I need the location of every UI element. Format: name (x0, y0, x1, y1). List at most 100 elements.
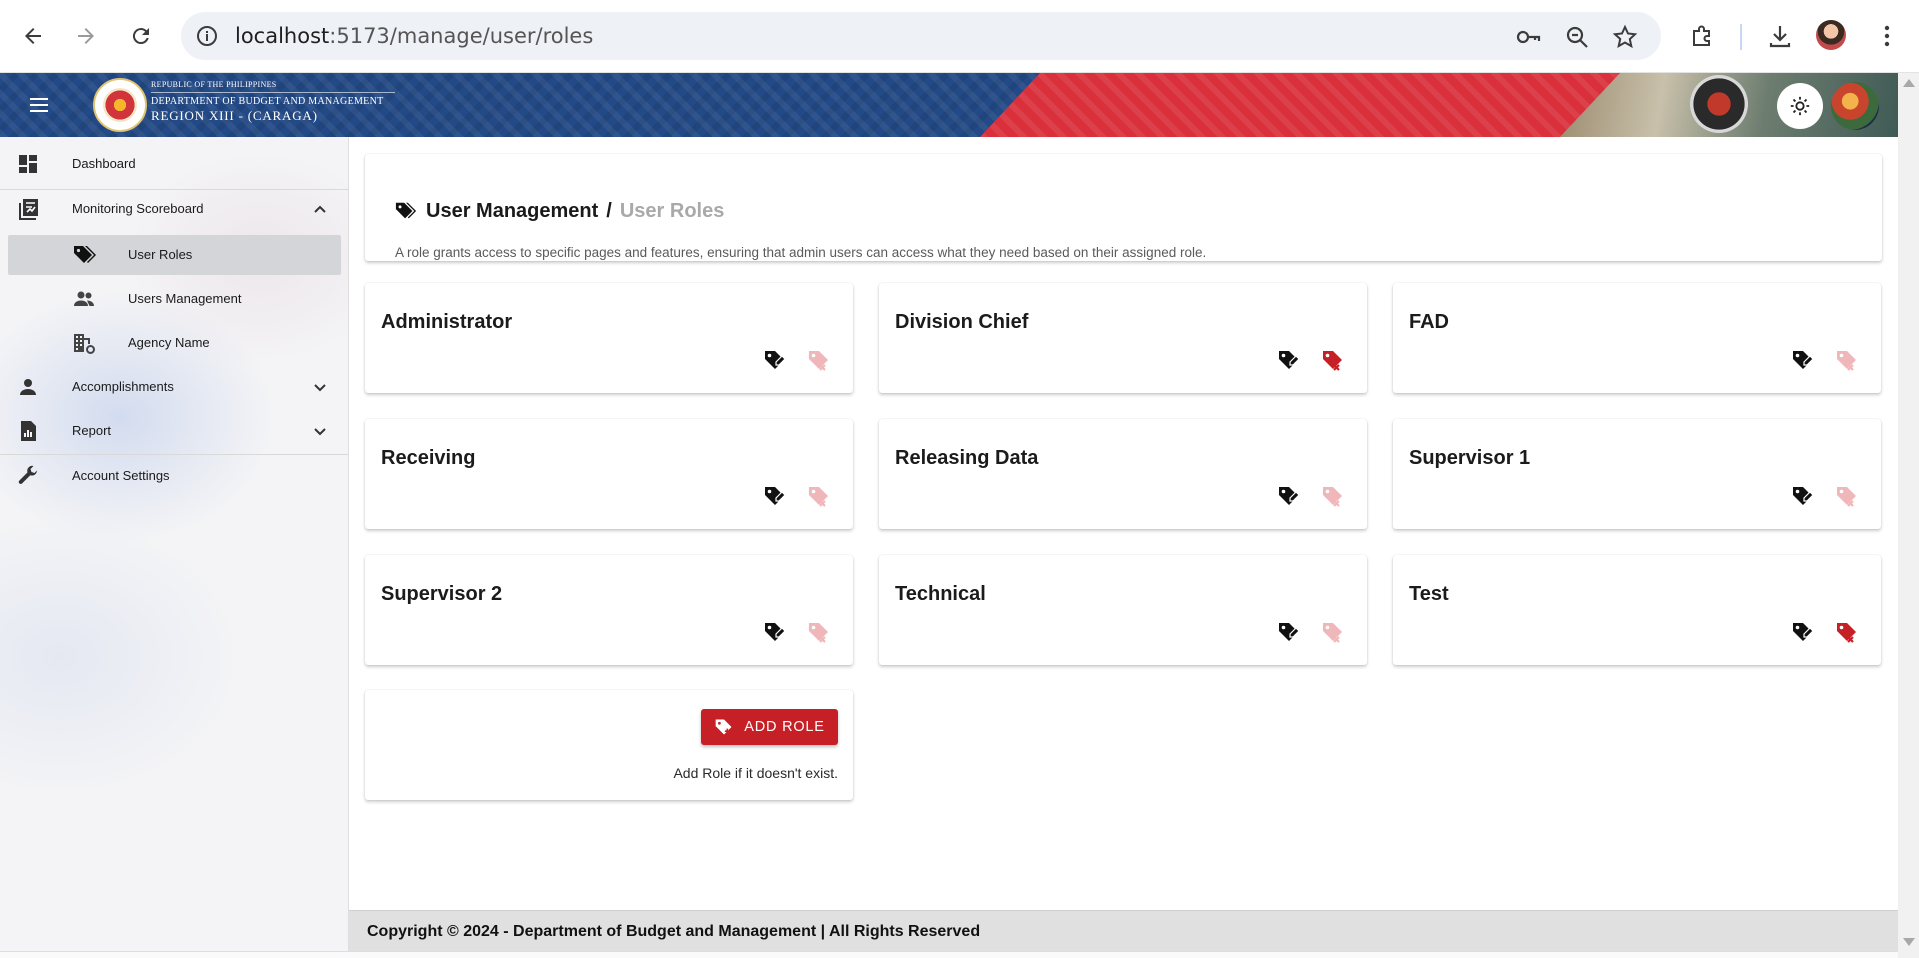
page-description: A role grants access to specific pages a… (395, 245, 1207, 260)
add-role-button[interactable]: ADD ROLE (701, 709, 838, 745)
forward-button[interactable] (68, 18, 104, 54)
sidebar-item-label: Agency Name (128, 335, 210, 350)
people-icon (74, 291, 94, 306)
sidebar-item-label: User Roles (128, 247, 193, 262)
downloads-button[interactable] (1764, 20, 1796, 52)
role-card-division-chief: Division Chief (879, 283, 1367, 393)
hamburger-menu-icon[interactable] (24, 93, 56, 117)
toolbar-separator (1740, 24, 1742, 50)
sidebar-item-label: Monitoring Scoreboard (72, 201, 204, 216)
sidebar-item-label: Users Management (128, 291, 242, 306)
role-card-receiving: Receiving (365, 419, 853, 529)
delete-tag-icon[interactable] (1321, 484, 1347, 510)
sidebar-item-account-settings[interactable]: Account Settings (0, 454, 349, 498)
reload-button[interactable] (123, 18, 159, 54)
back-button[interactable] (15, 18, 51, 54)
delete-tag-icon[interactable] (807, 484, 833, 510)
dbm-logo (93, 78, 147, 132)
role-card-releasing-data: Releasing Data (879, 419, 1367, 529)
role-name: Releasing Data (895, 447, 1039, 469)
brightness-icon (1790, 96, 1810, 116)
sidebar-item-label: Report (72, 423, 112, 438)
zoom-icon[interactable] (1564, 24, 1590, 50)
breadcrumb-parent[interactable]: User Management (426, 200, 598, 222)
role-card-supervisor-1: Supervisor 1 (1393, 419, 1881, 529)
edit-tag-icon[interactable] (763, 484, 789, 510)
chevron-down-icon[interactable] (310, 421, 330, 441)
edit-tag-icon[interactable] (1277, 348, 1303, 374)
delete-tag-icon[interactable] (1321, 348, 1347, 374)
chevron-down-icon[interactable] (310, 377, 330, 397)
wrench-icon (18, 465, 37, 484)
browser-toolbar: localhost:5173/manage/user/roles (0, 0, 1919, 73)
sidebar-item-accomplishments[interactable]: Accomplishments (0, 365, 349, 409)
extensions-button[interactable] (1686, 20, 1718, 52)
edit-tag-icon[interactable] (763, 620, 789, 646)
edit-tag-icon[interactable] (1277, 620, 1303, 646)
puzzle-icon (1693, 25, 1710, 46)
tags-icon (74, 246, 96, 263)
scroll-down-icon[interactable] (1903, 938, 1915, 946)
delete-tag-icon[interactable] (807, 620, 833, 646)
chevron-up-icon[interactable] (310, 199, 330, 219)
user-avatar[interactable] (1831, 82, 1879, 130)
dashboard-icon (19, 155, 37, 173)
sidebar-item-user-roles[interactable]: User Roles (0, 233, 349, 277)
reload-icon (132, 28, 149, 45)
back-arrow-icon (25, 28, 41, 44)
role-card-fad: FAD (1393, 283, 1881, 393)
page-scrollbar[interactable] (1898, 73, 1919, 958)
sidebar-item-label: Account Settings (72, 468, 170, 483)
site-info-icon[interactable] (195, 24, 219, 48)
role-name: FAD (1409, 311, 1449, 333)
agency-line-1: REPUBLIC OF THE PHILIPPINES (151, 80, 277, 89)
role-card-technical: Technical (879, 555, 1367, 665)
sidebar-item-report[interactable]: Report (0, 409, 349, 453)
add-role-note: Add Role if it doesn't exist. (673, 765, 838, 781)
edit-tag-icon[interactable] (1277, 484, 1303, 510)
add-tag-icon (715, 719, 732, 735)
delete-tag-icon[interactable] (1321, 620, 1347, 646)
agency-title: REPUBLIC OF THE PHILIPPINES DEPARTMENT O… (151, 80, 395, 124)
sidebar-item-users-management[interactable]: Users Management (0, 277, 349, 321)
role-card-test: Test (1393, 555, 1881, 665)
scroll-up-icon[interactable] (1903, 79, 1915, 87)
agency-line-2: DEPARTMENT OF BUDGET AND MANAGEMENT (151, 92, 395, 107)
address-bar[interactable]: localhost:5173/manage/user/roles (181, 12, 1661, 60)
add-role-label: ADD ROLE (744, 719, 825, 735)
browser-menu-button[interactable] (1871, 20, 1903, 52)
role-card-supervisor-2: Supervisor 2 (365, 555, 853, 665)
url-text[interactable]: localhost:5173/manage/user/roles (235, 24, 593, 48)
profile-avatar[interactable] (1816, 20, 1846, 50)
bookmark-star-icon[interactable] (1612, 24, 1638, 50)
delete-tag-icon[interactable] (807, 348, 833, 374)
sidebar-item-monitoring-scoreboard[interactable]: Monitoring Scoreboard (0, 187, 349, 231)
role-name: Test (1409, 583, 1449, 605)
password-key-icon[interactable] (1515, 24, 1541, 50)
role-name: Administrator (381, 311, 513, 333)
sidebar-item-agency-name[interactable]: Agency Name (0, 321, 349, 365)
delete-tag-icon[interactable] (1835, 484, 1861, 510)
delete-tag-icon[interactable] (1835, 620, 1861, 646)
edit-tag-icon[interactable] (1791, 620, 1817, 646)
app-header: REPUBLIC OF THE PHILIPPINES DEPARTMENT O… (0, 73, 1898, 137)
edit-tag-icon[interactable] (1791, 348, 1817, 374)
footer: Copyright © 2024 - Department of Budget … (349, 910, 1898, 951)
main-content: User Management / User Roles A role grants… (349, 137, 1898, 910)
download-icon (1769, 26, 1791, 48)
delete-tag-icon[interactable] (1835, 348, 1861, 374)
sidebar-item-dashboard[interactable]: Dashboard (0, 142, 349, 186)
add-role-card: ADD ROLE Add Role if it doesn't exist. (365, 690, 853, 800)
role-name: Supervisor 2 (381, 583, 503, 605)
breadcrumb: User Management / User Roles (426, 200, 724, 223)
role-card-administrator: Administrator (365, 283, 853, 393)
edit-tag-icon[interactable] (763, 348, 789, 374)
copyright-text: Copyright © 2024 - Department of Budget … (367, 923, 981, 940)
edit-tag-icon[interactable] (1791, 484, 1817, 510)
more-vertical-icon (1884, 25, 1890, 47)
scoreboard-icon (19, 199, 38, 220)
horizontal-scroll-strip (0, 951, 1898, 958)
role-name: Division Chief (895, 311, 1029, 333)
theme-toggle-button[interactable] (1777, 83, 1823, 129)
page-header-card: User Management / User Roles A role grants… (365, 154, 1882, 261)
